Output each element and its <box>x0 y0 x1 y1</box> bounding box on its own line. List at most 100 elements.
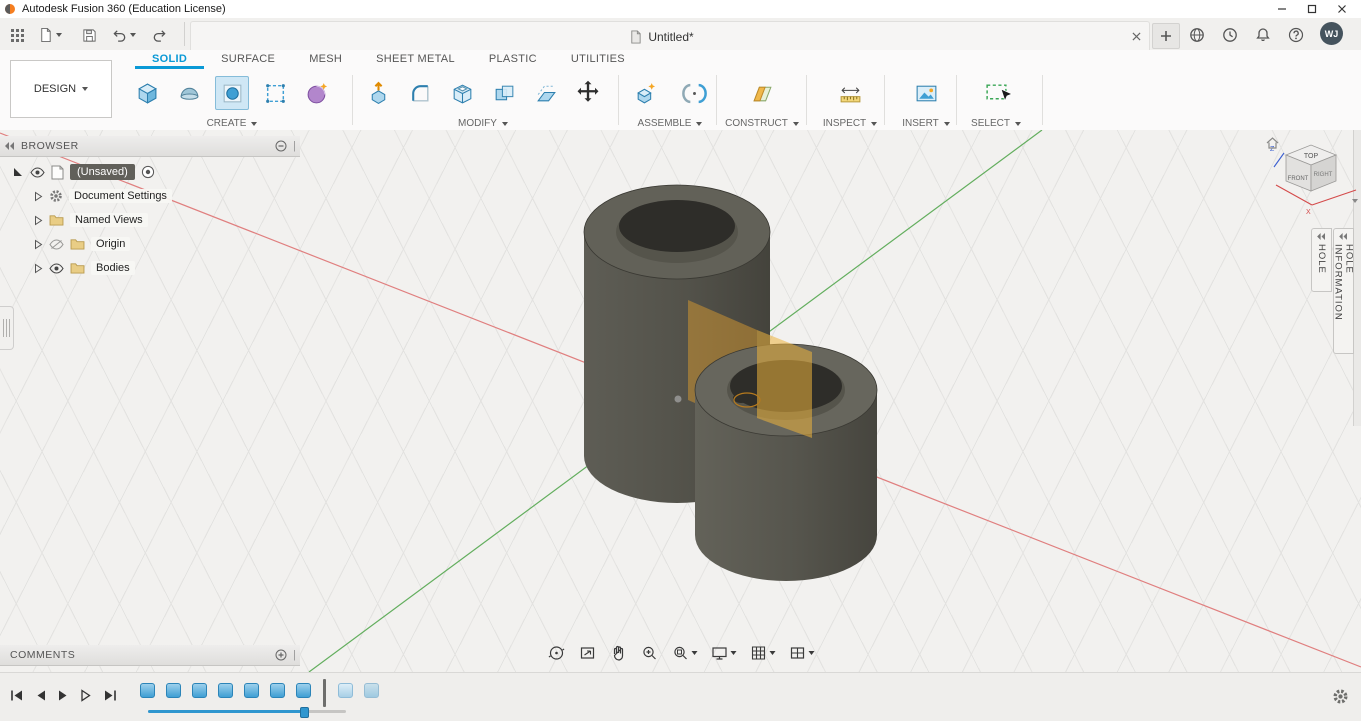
step-back-button[interactable] <box>34 689 47 702</box>
group-assemble-label[interactable]: ASSEMBLE <box>622 118 718 129</box>
app-grid-icon[interactable] <box>6 24 28 46</box>
browser-item-document-settings[interactable]: Document Settings <box>0 184 300 208</box>
tab-sheet-metal[interactable]: SHEET METAL <box>359 50 472 69</box>
timeline-settings-gear-icon[interactable] <box>1332 688 1349 705</box>
timeline-feature-marker[interactable] <box>218 683 233 698</box>
visibility-eye-icon[interactable] <box>30 167 45 178</box>
hole-information-panel-tab[interactable]: HOLE INFORMATION <box>1333 228 1354 354</box>
timeline-feature-marker[interactable] <box>244 683 259 698</box>
comments-panel-header[interactable]: COMMENTS | <box>0 645 300 666</box>
comments-expand-icon[interactable] <box>275 649 287 661</box>
press-pull-tool-button[interactable] <box>362 77 394 109</box>
sketch-tool-button[interactable] <box>259 77 291 109</box>
activate-component-icon[interactable] <box>141 165 155 179</box>
save-button[interactable] <box>78 24 100 46</box>
undo-button[interactable] <box>108 24 140 46</box>
tab-surface[interactable]: SURFACE <box>204 50 292 69</box>
box-tool-button[interactable] <box>131 77 163 109</box>
group-select-label[interactable]: SELECT <box>964 118 1028 129</box>
workspace-switcher[interactable]: DESIGN <box>10 60 112 118</box>
step-forward-button[interactable] <box>80 689 93 702</box>
viewcube-menu-caret-icon[interactable] <box>1352 203 1358 215</box>
construct-plane-tool-button[interactable] <box>746 77 778 109</box>
tab-utilities[interactable]: UTILITIES <box>554 50 642 69</box>
home-icon[interactable] <box>1266 137 1279 149</box>
timeline-feature-marker[interactable] <box>140 683 155 698</box>
browser-item-label[interactable]: Named Views <box>70 213 148 227</box>
zoom-icon[interactable] <box>640 644 658 662</box>
browser-panel-grip[interactable]: | <box>293 140 296 152</box>
browser-item-label[interactable]: Bodies <box>91 261 135 275</box>
viewports-icon[interactable] <box>788 644 814 662</box>
redo-button[interactable] <box>148 24 170 46</box>
browser-item-label[interactable]: Document Settings <box>69 189 172 203</box>
notifications-bell-icon[interactable] <box>1252 24 1274 46</box>
timeline-slider-track[interactable] <box>148 710 346 713</box>
collapsed-arrow-icon[interactable] <box>34 215 43 226</box>
combine-tool-button[interactable] <box>488 77 520 109</box>
fillet-tool-button[interactable] <box>404 77 436 109</box>
recent-activity-icon[interactable] <box>1219 24 1241 46</box>
collapse-left-icon[interactable] <box>5 142 15 150</box>
group-inspect-label[interactable]: INSPECT <box>818 118 882 129</box>
job-status-icon[interactable] <box>1186 24 1208 46</box>
offset-face-tool-button[interactable] <box>530 77 562 109</box>
document-tab[interactable]: Untitled* <box>190 21 1150 51</box>
form-tool-button[interactable] <box>301 77 333 109</box>
close-tab-icon[interactable] <box>1132 32 1141 41</box>
play-button[interactable] <box>57 689 70 702</box>
collapsed-arrow-icon[interactable] <box>34 263 43 274</box>
browser-root-label[interactable]: (Unsaved) <box>70 164 135 180</box>
joint-tool-button[interactable] <box>678 77 710 109</box>
insert-canvas-tool-button[interactable] <box>910 77 942 109</box>
display-settings-icon[interactable] <box>710 644 736 662</box>
user-avatar[interactable]: WJ <box>1320 22 1343 45</box>
comments-panel-grip[interactable]: | <box>293 649 296 661</box>
shell-tool-button[interactable] <box>446 77 478 109</box>
timeline-feature-marker-pending[interactable] <box>338 683 353 698</box>
timeline-feature-marker-future[interactable] <box>364 683 379 698</box>
minimize-button[interactable] <box>1267 1 1297 17</box>
visibility-off-eye-icon[interactable] <box>49 239 64 250</box>
timeline-feature-marker[interactable] <box>166 683 181 698</box>
tab-mesh[interactable]: MESH <box>292 50 359 69</box>
revolve-tool-button[interactable] <box>173 77 205 109</box>
group-modify-label[interactable]: MODIFY <box>358 118 608 129</box>
origin-point[interactable] <box>675 396 682 403</box>
file-menu-button[interactable] <box>34 24 66 46</box>
sketch-hole-point[interactable] <box>733 393 749 403</box>
expand-arrow-icon[interactable] <box>12 166 24 178</box>
look-at-icon[interactable] <box>578 644 596 662</box>
browser-minimize-icon[interactable] <box>275 140 287 152</box>
grid-settings-icon[interactable] <box>749 644 775 662</box>
browser-item-origin[interactable]: Origin <box>0 232 300 256</box>
timeline-slider-handle[interactable] <box>300 707 309 718</box>
timeline-feature-marker[interactable] <box>296 683 311 698</box>
viewcube[interactable]: TOP FRONT RIGHT Z X <box>1262 135 1360 230</box>
group-insert-label[interactable]: INSERT <box>894 118 958 129</box>
pan-icon[interactable] <box>609 644 627 662</box>
collapsed-arrow-icon[interactable] <box>34 239 43 250</box>
group-construct-label[interactable]: CONSTRUCT <box>730 118 794 129</box>
timeline-feature-marker[interactable] <box>270 683 285 698</box>
move-tool-button[interactable] <box>572 77 604 109</box>
collapsed-panel-grip[interactable] <box>0 306 14 350</box>
new-tab-button[interactable] <box>1152 23 1180 49</box>
timeline-playhead[interactable] <box>323 679 326 707</box>
browser-item-named-views[interactable]: Named Views <box>0 208 300 232</box>
orbit-icon[interactable] <box>547 644 565 662</box>
browser-root-row[interactable]: (Unsaved) <box>0 160 300 184</box>
skip-to-start-button[interactable] <box>10 689 24 702</box>
browser-item-bodies[interactable]: Bodies <box>0 256 300 280</box>
cylinder-tool-button[interactable] <box>215 76 249 110</box>
browser-panel-header[interactable]: BROWSER | <box>0 136 300 157</box>
group-create-label[interactable]: CREATE <box>128 118 336 129</box>
skip-to-end-button[interactable] <box>103 689 117 702</box>
collapsed-arrow-icon[interactable] <box>34 191 43 202</box>
measure-tool-button[interactable] <box>834 77 866 109</box>
timeline-feature-marker[interactable] <box>192 683 207 698</box>
fit-icon[interactable] <box>671 644 697 662</box>
tab-solid[interactable]: SOLID <box>135 50 204 69</box>
browser-item-label[interactable]: Origin <box>91 237 130 251</box>
help-icon[interactable] <box>1285 24 1307 46</box>
